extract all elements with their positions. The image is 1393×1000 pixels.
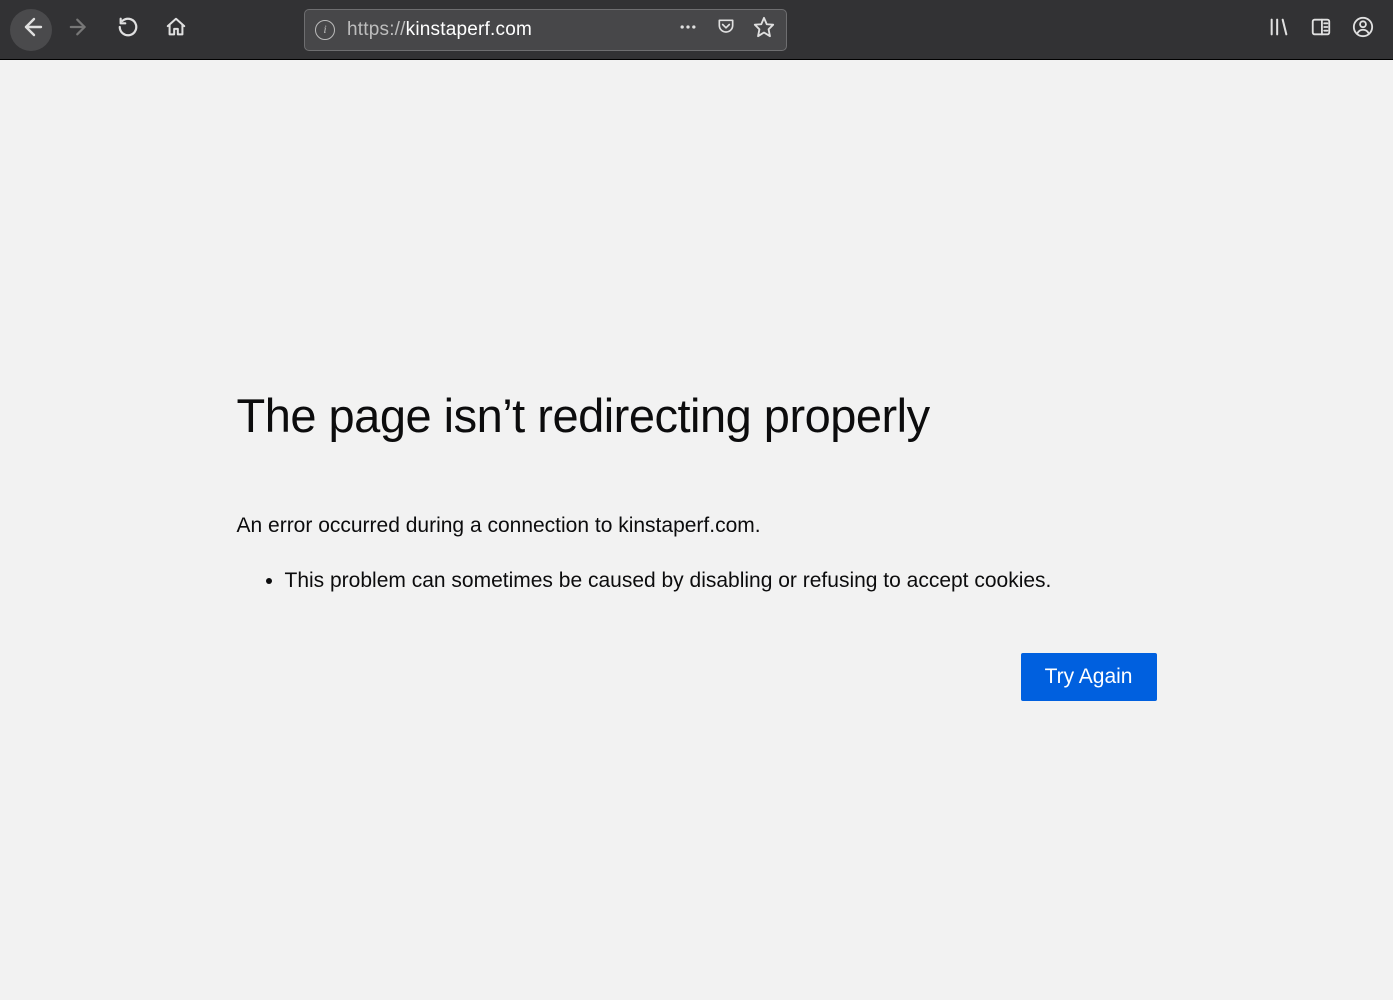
library-button[interactable] xyxy=(1263,14,1295,46)
back-button[interactable] xyxy=(10,9,52,51)
bookmark-button[interactable] xyxy=(752,18,776,42)
arrow-right-icon xyxy=(69,16,91,43)
browser-toolbar: i https://kinstaperf.com xyxy=(0,0,1393,60)
error-actions: Try Again xyxy=(237,653,1157,701)
urlbar-right-icons xyxy=(676,18,776,42)
account-button[interactable] xyxy=(1347,14,1379,46)
page-content: The page isn’t redirecting properly An e… xyxy=(0,390,1393,701)
home-button[interactable] xyxy=(156,10,196,50)
ellipsis-icon xyxy=(678,17,698,42)
sidebar-button[interactable] xyxy=(1305,14,1337,46)
try-again-button[interactable]: Try Again xyxy=(1021,653,1157,701)
error-description: An error occurred during a connection to… xyxy=(237,514,1157,538)
arrow-left-icon xyxy=(19,15,43,44)
library-icon xyxy=(1268,16,1290,43)
error-bullet: This problem can sometimes be caused by … xyxy=(285,566,1157,595)
error-container: The page isn’t redirecting properly An e… xyxy=(237,390,1157,701)
site-info-icon[interactable]: i xyxy=(315,20,335,40)
url-prefix: https:// xyxy=(347,19,406,40)
error-title: The page isn’t redirecting properly xyxy=(237,390,1157,442)
pocket-icon xyxy=(716,17,736,42)
forward-button[interactable] xyxy=(60,10,100,50)
home-icon xyxy=(165,16,187,43)
pocket-button[interactable] xyxy=(714,18,738,42)
account-icon xyxy=(1352,16,1374,43)
url-bar[interactable]: i https://kinstaperf.com xyxy=(304,9,787,51)
sidebar-icon xyxy=(1310,16,1332,43)
reload-icon xyxy=(117,16,139,43)
url-domain: kinstaperf.com xyxy=(406,19,532,40)
reload-button[interactable] xyxy=(108,10,148,50)
toolbar-right-cluster xyxy=(1263,14,1383,46)
error-bullet-list: This problem can sometimes be caused by … xyxy=(237,566,1157,595)
star-icon xyxy=(753,16,775,43)
url-text: https://kinstaperf.com xyxy=(347,19,664,41)
page-actions-button[interactable] xyxy=(676,18,700,42)
